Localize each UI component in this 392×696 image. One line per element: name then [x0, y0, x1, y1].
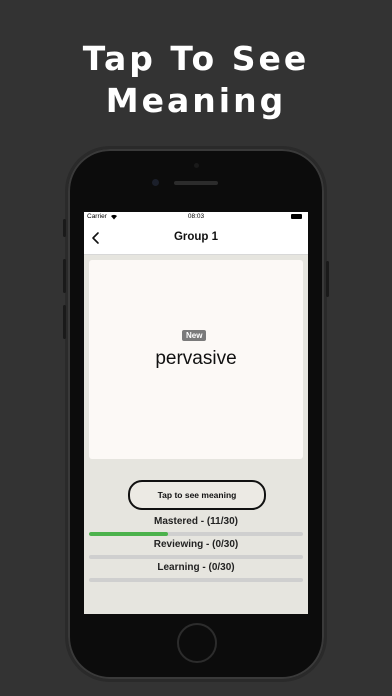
tap-to-see-meaning-button[interactable]: Tap to see meaning — [128, 480, 266, 510]
volume-up-button — [63, 259, 66, 293]
volume-down-button — [63, 305, 66, 339]
reviewing-progress-bar — [89, 555, 303, 559]
mastered-label: Mastered - (11/30) — [154, 516, 238, 527]
earpiece-speaker — [174, 181, 218, 185]
flashcard[interactable]: New pervasive — [89, 260, 303, 459]
new-badge: New — [182, 330, 207, 341]
battery-icon — [291, 214, 302, 219]
learning-label: Learning - (0/30) — [157, 562, 235, 573]
promo-headline: Tap To See Meaning — [0, 38, 392, 122]
phone-frame: Carrier 08:03 Group 1 New pervasive Tap … — [63, 149, 329, 679]
mute-switch — [63, 219, 66, 237]
home-button[interactable] — [177, 623, 217, 663]
app-screen: Carrier 08:03 Group 1 New pervasive Tap … — [84, 212, 308, 614]
nav-title: Group 1 — [173, 231, 219, 243]
reviewing-label: Reviewing - (0/30) — [153, 539, 239, 550]
front-camera — [152, 179, 159, 186]
headline-line-1: Tap To See — [82, 39, 310, 78]
status-time: 08:03 — [187, 213, 205, 220]
mastered-progress-bar — [89, 532, 303, 536]
flashcard-word: pervasive — [155, 348, 237, 369]
power-button — [326, 261, 329, 297]
headline-line-2: Meaning — [105, 81, 287, 120]
proximity-sensor — [194, 163, 199, 168]
status-bar: Carrier 08:03 — [84, 212, 308, 222]
mastered-progress-fill — [89, 532, 168, 536]
learning-progress-bar — [89, 578, 303, 582]
navigation-bar: Group 1 — [84, 222, 308, 255]
